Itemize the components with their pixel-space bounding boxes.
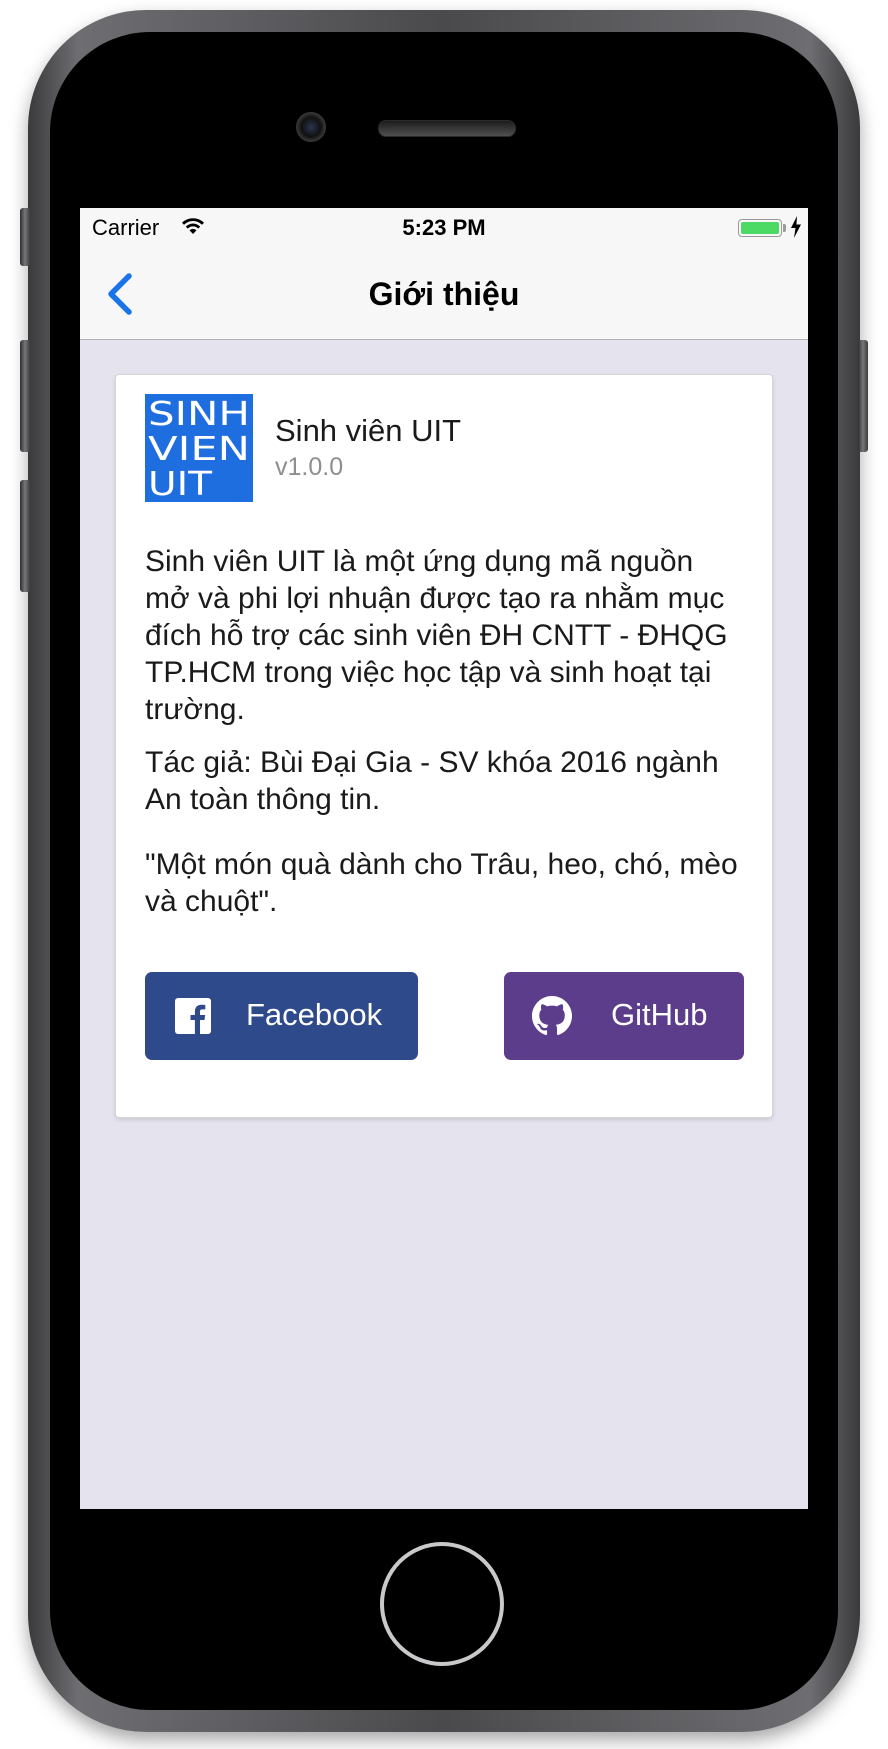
volume-up-button [20,340,30,452]
author-text: Tác giả: Bùi Đại Gia - SV khóa 2016 ngàn… [145,746,719,816]
volume-down-button [20,480,30,592]
front-camera [296,112,326,142]
app-name: Sinh viên UIT [275,413,462,448]
power-button [858,340,868,452]
battery-icon [738,219,782,237]
app-description: Sinh viên UIT là một ứng dụng mã nguồn m… [145,545,728,726]
status-time: 5:23 PM [402,215,486,240]
facebook-icon [175,998,211,1034]
charging-bolt-icon [791,216,801,238]
facebook-button-label: Facebook [246,997,383,1032]
about-card: SINH VIEN UIT Sinh viên UIT v1.0.0 Sinh … [115,374,773,1118]
earpiece-speaker [378,120,516,137]
mute-switch [20,208,30,266]
page-title: Giới thiệu [368,276,520,312]
navigation-bar: Giới thiệu [80,248,808,340]
github-icon [532,996,572,1036]
quote-text: "Một món quà dành cho Trâu, heo, chó, mè… [145,848,738,918]
app-version: v1.0.0 [275,453,344,481]
status-bar: Carrier 5:23 PM [80,208,808,248]
battery-tip [783,224,786,232]
github-button-label: GitHub [611,997,708,1032]
facebook-button[interactable]: Facebook [145,972,418,1060]
logo-line-3: UIT [148,464,213,502]
home-button[interactable] [380,1542,504,1666]
logo-line-2: VIEN [148,429,250,468]
logo-line-1: SINH [148,394,250,433]
github-button[interactable]: GitHub [504,972,744,1060]
app-logo: SINH VIEN UIT [145,394,253,502]
app-screen: Carrier 5:23 PM Giới thiệu SINH VIEN UIT [80,208,808,1509]
